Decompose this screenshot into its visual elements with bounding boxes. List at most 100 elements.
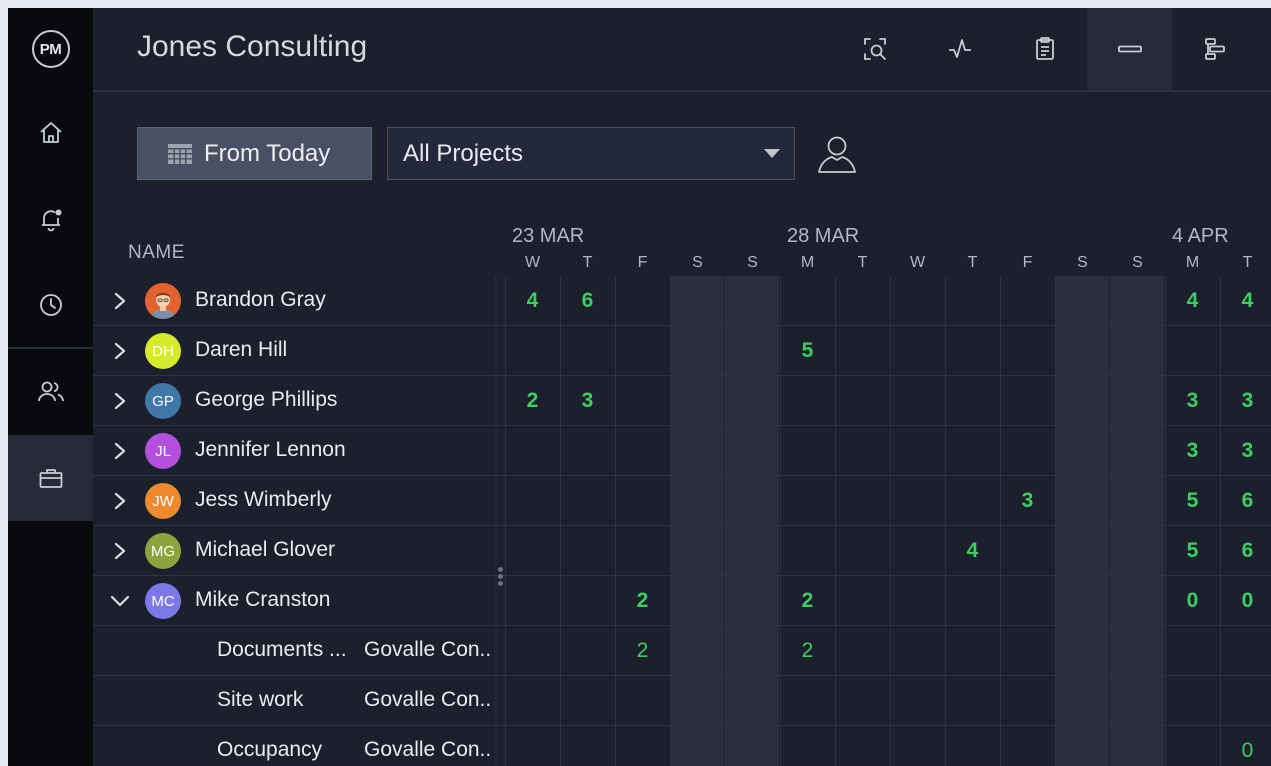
workload-cell[interactable] [615, 376, 669, 425]
workload-cell[interactable] [670, 676, 724, 725]
workload-cell[interactable] [560, 426, 614, 475]
workload-cell[interactable] [615, 276, 669, 325]
workload-cell[interactable] [1110, 426, 1164, 475]
workload-cell[interactable] [615, 476, 669, 525]
workload-cell[interactable]: 2 [780, 626, 834, 675]
workload-cell[interactable]: 6 [1220, 476, 1271, 525]
expand-button[interactable] [107, 488, 133, 514]
workload-cell[interactable]: 3 [1000, 476, 1054, 525]
workload-cell[interactable] [1000, 276, 1054, 325]
workload-cell[interactable] [1220, 626, 1271, 675]
rail-notifications-button[interactable] [8, 176, 93, 262]
workload-cell[interactable] [780, 726, 834, 766]
workload-cell[interactable] [835, 326, 889, 375]
workload-cell[interactable] [945, 626, 999, 675]
workload-cell[interactable] [670, 326, 724, 375]
workload-cell[interactable] [890, 476, 944, 525]
workload-cell[interactable]: 5 [780, 326, 834, 375]
workload-cell[interactable] [780, 276, 834, 325]
workload-cell[interactable] [945, 726, 999, 766]
workload-cell[interactable] [505, 326, 559, 375]
from-today-button[interactable]: From Today [137, 127, 372, 180]
workload-cell[interactable] [560, 326, 614, 375]
table-row[interactable]: GP George Phillips 2 3 3 3 [93, 376, 1271, 426]
workload-cell[interactable] [890, 426, 944, 475]
workload-cell[interactable] [890, 676, 944, 725]
workload-cell[interactable]: 4 [1165, 276, 1219, 325]
table-row[interactable]: MG Michael Glover 4 5 6 [93, 526, 1271, 576]
workload-cell[interactable] [890, 326, 944, 375]
workload-cell[interactable]: 5 [1165, 476, 1219, 525]
expand-button[interactable] [107, 338, 133, 364]
workload-cell[interactable] [615, 676, 669, 725]
table-row[interactable]: JL Jennifer Lennon 3 3 [93, 426, 1271, 476]
workload-cell[interactable] [725, 676, 779, 725]
workload-cell[interactable] [1110, 626, 1164, 675]
workload-cell[interactable] [1110, 726, 1164, 766]
workload-cell[interactable] [1165, 326, 1219, 375]
workload-cell[interactable] [835, 276, 889, 325]
workload-cell[interactable] [1220, 676, 1271, 725]
workload-cell[interactable]: 2 [505, 376, 559, 425]
workload-cell[interactable] [780, 476, 834, 525]
workload-cell[interactable]: 0 [1220, 576, 1271, 625]
workload-cell[interactable] [670, 576, 724, 625]
expand-button[interactable] [107, 288, 133, 314]
workload-cell[interactable] [1000, 526, 1054, 575]
workload-cell[interactable] [1000, 576, 1054, 625]
workload-cell[interactable] [670, 276, 724, 325]
table-row[interactable]: JW Jess Wimberly 3 5 6 [93, 476, 1271, 526]
workload-cell[interactable] [1055, 476, 1109, 525]
rail-portfolio-button[interactable] [8, 435, 93, 521]
workload-cell[interactable] [1055, 526, 1109, 575]
collapse-button[interactable] [107, 588, 133, 614]
workload-cell[interactable] [505, 426, 559, 475]
workload-cell[interactable] [1110, 476, 1164, 525]
workload-cell[interactable] [505, 626, 559, 675]
workload-cell[interactable] [780, 526, 834, 575]
workload-cell[interactable]: 4 [505, 276, 559, 325]
logo[interactable]: PM [8, 8, 93, 90]
workload-cell[interactable] [1000, 676, 1054, 725]
workload-cell[interactable] [725, 726, 779, 766]
rail-timesheet-button[interactable] [8, 262, 93, 348]
workload-cell[interactable] [1220, 326, 1271, 375]
table-row[interactable]: DH Daren Hill 5 [93, 326, 1271, 376]
workload-cell[interactable] [1000, 626, 1054, 675]
workload-cell[interactable] [1055, 276, 1109, 325]
workload-cell[interactable] [670, 626, 724, 675]
workload-cell[interactable]: 2 [780, 576, 834, 625]
workload-cell[interactable] [1055, 576, 1109, 625]
workload-cell[interactable] [945, 676, 999, 725]
workload-cell[interactable] [835, 726, 889, 766]
user-filter-button[interactable] [813, 130, 861, 178]
workload-cell[interactable] [1110, 526, 1164, 575]
workload-cell[interactable] [1055, 726, 1109, 766]
table-row[interactable]: MC Mike Cranston 2 2 0 0 [93, 576, 1271, 626]
workload-cell[interactable] [780, 426, 834, 475]
workload-cell[interactable] [1055, 376, 1109, 425]
workload-cell[interactable] [725, 276, 779, 325]
workload-cell[interactable] [890, 376, 944, 425]
workload-cell[interactable] [780, 376, 834, 425]
task-row[interactable]: Documents ... Govalle Con.. 2 2 [93, 626, 1271, 676]
workload-cell[interactable] [835, 376, 889, 425]
workload-cell[interactable]: 2 [615, 626, 669, 675]
task-row[interactable]: Site work Govalle Con.. [93, 676, 1271, 726]
project-select[interactable]: All Projects [387, 127, 795, 180]
workload-cell[interactable] [505, 526, 559, 575]
workload-cell[interactable] [725, 526, 779, 575]
workload-cell[interactable] [890, 526, 944, 575]
workload-cell[interactable] [835, 576, 889, 625]
workload-cell[interactable]: 6 [1220, 526, 1271, 575]
workload-cell[interactable] [505, 576, 559, 625]
workload-cell[interactable] [890, 726, 944, 766]
workload-cell[interactable] [890, 276, 944, 325]
search-view-button[interactable] [832, 8, 917, 90]
workload-cell[interactable] [945, 426, 999, 475]
workload-cell[interactable] [670, 526, 724, 575]
workload-cell[interactable]: 4 [945, 526, 999, 575]
workload-cell[interactable] [945, 576, 999, 625]
rail-team-button[interactable] [8, 349, 93, 435]
workload-cell[interactable] [1165, 626, 1219, 675]
